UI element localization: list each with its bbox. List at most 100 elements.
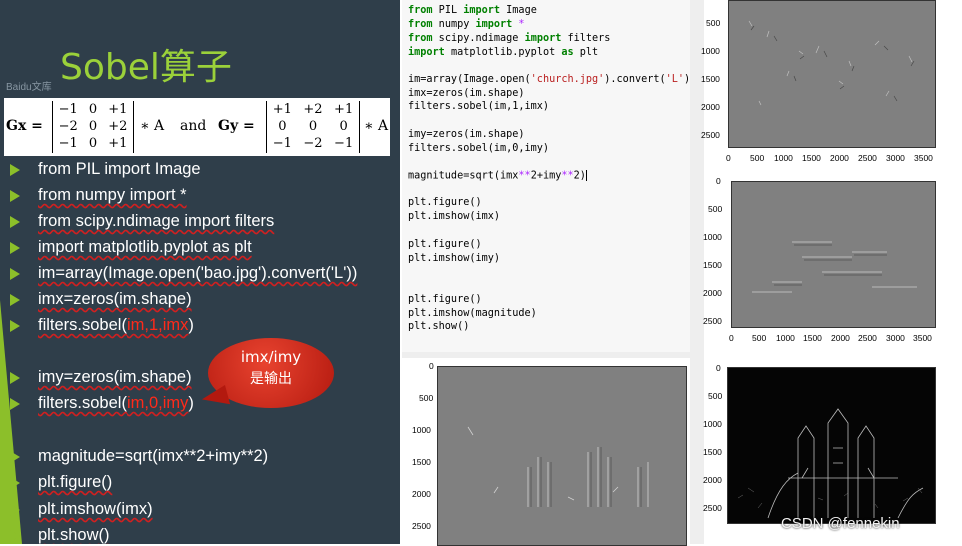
code-line: plt.figure() <box>408 197 482 208</box>
bullet-arrow-icon <box>10 397 20 410</box>
y-tick: 2500 <box>703 503 722 513</box>
bullet-arrow-icon <box>10 476 20 489</box>
callout-tail <box>199 384 231 412</box>
bullet-args: im,0,imy <box>126 394 189 412</box>
bullet-item: filters.sobel(im,0,imy) <box>6 390 194 416</box>
bullet-text: plt.imshow(imx) <box>38 500 153 518</box>
code-cell[interactable]: from PIL import Image from numpy import … <box>402 0 696 352</box>
y-tick: 1500 <box>703 260 722 270</box>
bullet-text: imy=zeros(im.shape) <box>38 368 192 386</box>
x-tick: 3500 <box>914 153 933 163</box>
gy-cell: +1 <box>272 102 292 117</box>
bullet-item: imx=zeros(im.shape) <box>6 286 192 312</box>
csdn-watermark: CSDN @fennekin <box>781 515 900 532</box>
gy-label: Gy = <box>218 118 255 134</box>
bullet-arrow-icon <box>10 163 20 176</box>
y-tick: 1500 <box>412 457 431 467</box>
gx-cell: −2 <box>58 119 78 134</box>
code-line: plt.imshow(magnitude) <box>408 308 537 319</box>
y-tick: 500 <box>706 18 721 28</box>
x-tick: 2500 <box>858 333 877 343</box>
output-callout: imx/imy 是输出 <box>199 338 334 412</box>
bullet-text: from scipy.ndimage import filters <box>38 212 275 230</box>
gy-matrix: +1 +2 +1 0 0 0 −1 −2 −1 <box>266 101 360 153</box>
code-line: plt.show() <box>408 321 470 332</box>
bullet-item: magnitude=sqrt(imx**2+imy**2) <box>6 443 268 469</box>
gx-cell: −1 <box>58 136 78 151</box>
x-tick: 2000 <box>831 333 850 343</box>
bullet-close: ) <box>188 394 194 412</box>
panel-divider <box>402 352 690 358</box>
gy-cell: −2 <box>303 136 323 151</box>
y-tick: 0 <box>429 361 434 371</box>
y-tick: 0 <box>716 363 721 373</box>
code-line: from numpy import * <box>408 19 525 30</box>
gx-cell: −1 <box>58 102 78 117</box>
times-a-2: ∗ A <box>364 118 389 134</box>
bullet-text: plt.show() <box>38 526 110 544</box>
bullet-arrow-icon <box>10 215 20 228</box>
bullet-item: filters.sobel(im,1,imx) <box>6 312 194 338</box>
x-tick: 3500 <box>913 333 932 343</box>
text-cursor <box>585 170 587 181</box>
plot-image <box>728 0 936 148</box>
y-tick: 2500 <box>701 130 720 140</box>
code-line: im=array(Image.open('church.jpg').conver… <box>408 74 696 85</box>
x-tick: 0 <box>726 153 731 163</box>
gy-cell: +1 <box>334 102 354 117</box>
gy-cell: +2 <box>303 102 323 117</box>
y-tick: 1000 <box>703 419 722 429</box>
x-tick: 0 <box>729 333 734 343</box>
y-tick: 1000 <box>701 46 720 56</box>
gx-label: Gx = <box>6 118 43 134</box>
gx-matrix: −1 0 +1 −2 0 +2 −1 0 +1 <box>52 101 134 153</box>
gx-cell: +1 <box>108 136 128 151</box>
bullet-item: plt.show() <box>6 522 110 544</box>
bullet-text: imx=zeros(im.shape) <box>38 290 192 308</box>
plot-image <box>727 367 936 524</box>
y-tick: 1500 <box>703 447 722 457</box>
plot-image <box>437 366 687 546</box>
bullet-arrow-icon <box>10 241 20 254</box>
y-tick: 2500 <box>412 521 431 531</box>
bullet-arrow-icon <box>10 371 20 384</box>
gy-cell: 0 <box>308 119 318 134</box>
bullet-arrow-icon <box>10 189 20 202</box>
y-tick: 1000 <box>412 425 431 435</box>
bullet-item: plt.imshow(imx) <box>6 496 153 522</box>
x-tick: 3000 <box>886 333 905 343</box>
gy-cell: −1 <box>272 136 292 151</box>
y-tick: 2000 <box>412 489 431 499</box>
bullet-close: ) <box>188 316 194 334</box>
code-line: magnitude=sqrt(imx**2+imy**2) <box>408 170 587 182</box>
x-tick: 500 <box>750 153 765 163</box>
callout-line2: 是输出 <box>250 371 292 387</box>
bullet-text: magnitude=sqrt(imx**2+imy**2) <box>38 447 269 465</box>
bullet-item: from numpy import * <box>6 182 187 208</box>
bullet-arrow-icon <box>10 450 20 463</box>
bullet-item: im=array(Image.open('bao.jpg').convert('… <box>6 260 357 286</box>
x-tick: 3000 <box>886 153 905 163</box>
gy-cell: 0 <box>339 119 348 134</box>
bullet-arrow-icon <box>10 319 20 332</box>
code-line: from PIL import Image <box>408 5 537 16</box>
x-tick: 1500 <box>802 153 821 163</box>
times-a-1: ∗ A <box>140 118 165 134</box>
callout-line1: imx/imy <box>240 348 302 366</box>
y-tick: 2500 <box>703 316 722 326</box>
bullet-arrow-icon <box>10 529 20 542</box>
gx-cell: +1 <box>108 102 128 117</box>
code-line: plt.imshow(imx) <box>408 211 501 222</box>
code-line: filters.sobel(im,0,imy) <box>408 143 550 154</box>
code-line: plt.imshow(imy) <box>408 253 501 264</box>
code-line: filters.sobel(im,1,imx) <box>408 101 550 112</box>
sobel-formula: Gx = −1 0 +1 −2 0 +2 −1 0 +1 ∗ A and Gy = +1 +2… <box>4 98 390 156</box>
code-line: imy=zeros(im.shape) <box>408 129 525 140</box>
x-tick: 1500 <box>803 333 822 343</box>
y-tick: 2000 <box>703 288 722 298</box>
y-tick: 500 <box>419 393 434 403</box>
and-text: and <box>180 118 207 134</box>
y-tick: 500 <box>708 391 723 401</box>
bullet-arrow-icon <box>10 503 20 516</box>
y-tick: 1500 <box>701 74 720 84</box>
